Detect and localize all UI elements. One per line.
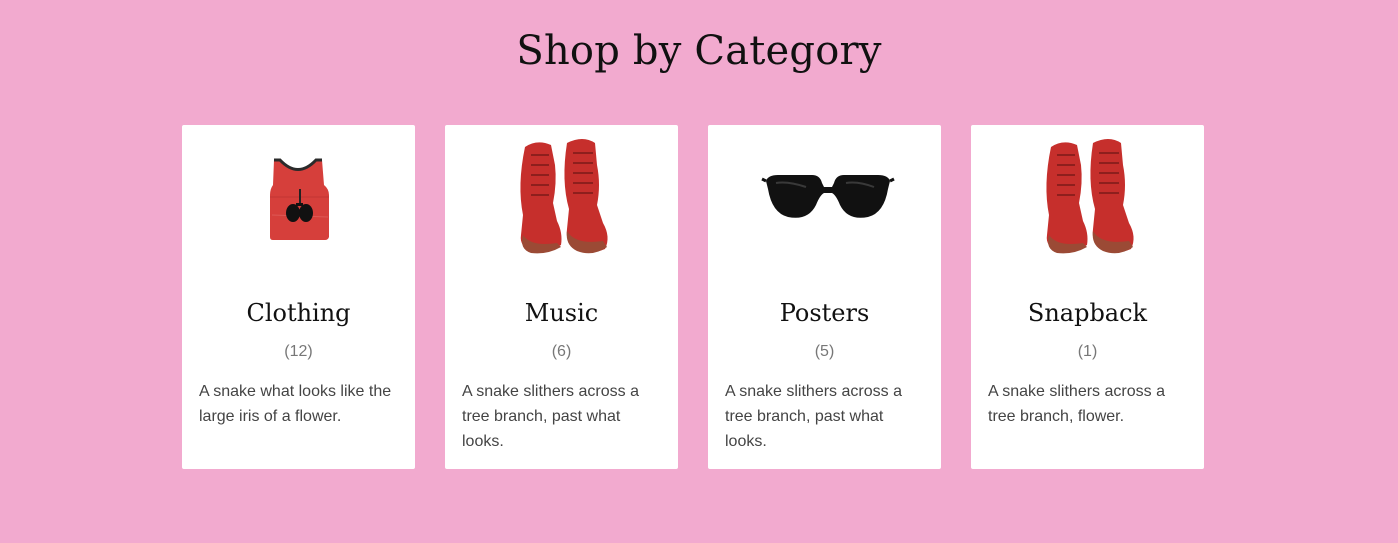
category-description: A snake what looks like the large iris o… (199, 383, 392, 425)
category-card-clothing[interactable]: Clothing (12) A snake what looks like th… (182, 125, 415, 469)
category-title[interactable]: Posters (708, 299, 941, 327)
category-title[interactable]: Clothing (182, 299, 415, 327)
category-image-snapback[interactable] (971, 125, 1204, 285)
category-image-clothing[interactable] (182, 125, 415, 285)
category-card-posters[interactable]: Posters (5) A snake slithers across a tr… (708, 125, 941, 469)
category-description: A snake slithers across a tree branch, p… (725, 383, 902, 450)
category-count: (6) (551, 343, 572, 360)
category-count: (12) (284, 343, 313, 360)
category-image-posters[interactable] (708, 125, 941, 285)
category-image-music[interactable] (445, 125, 678, 285)
red-boots-image (520, 139, 608, 254)
category-grid: Clothing (12) A snake what looks like th… (182, 125, 1204, 469)
category-card-snapback[interactable]: Snapback (1) A snake slithers across a t… (971, 125, 1204, 469)
red-boots-image (1046, 139, 1134, 254)
category-title[interactable]: Music (445, 299, 678, 327)
sunglasses-image (761, 175, 895, 218)
section-heading: Shop by Category (516, 28, 882, 74)
category-count: (1) (1077, 343, 1098, 360)
category-count: (5) (814, 343, 835, 360)
tank-top-image (270, 158, 329, 240)
shop-by-category-section: Shop by Category Clothing (12) A snake w… (0, 0, 1398, 543)
category-title[interactable]: Snapback (971, 299, 1204, 327)
category-description: A snake slithers across a tree branch, p… (462, 383, 639, 450)
category-card-music[interactable]: Music (6) A snake slithers across a tree… (445, 125, 678, 469)
category-description: A snake slithers across a tree branch, f… (988, 383, 1165, 425)
